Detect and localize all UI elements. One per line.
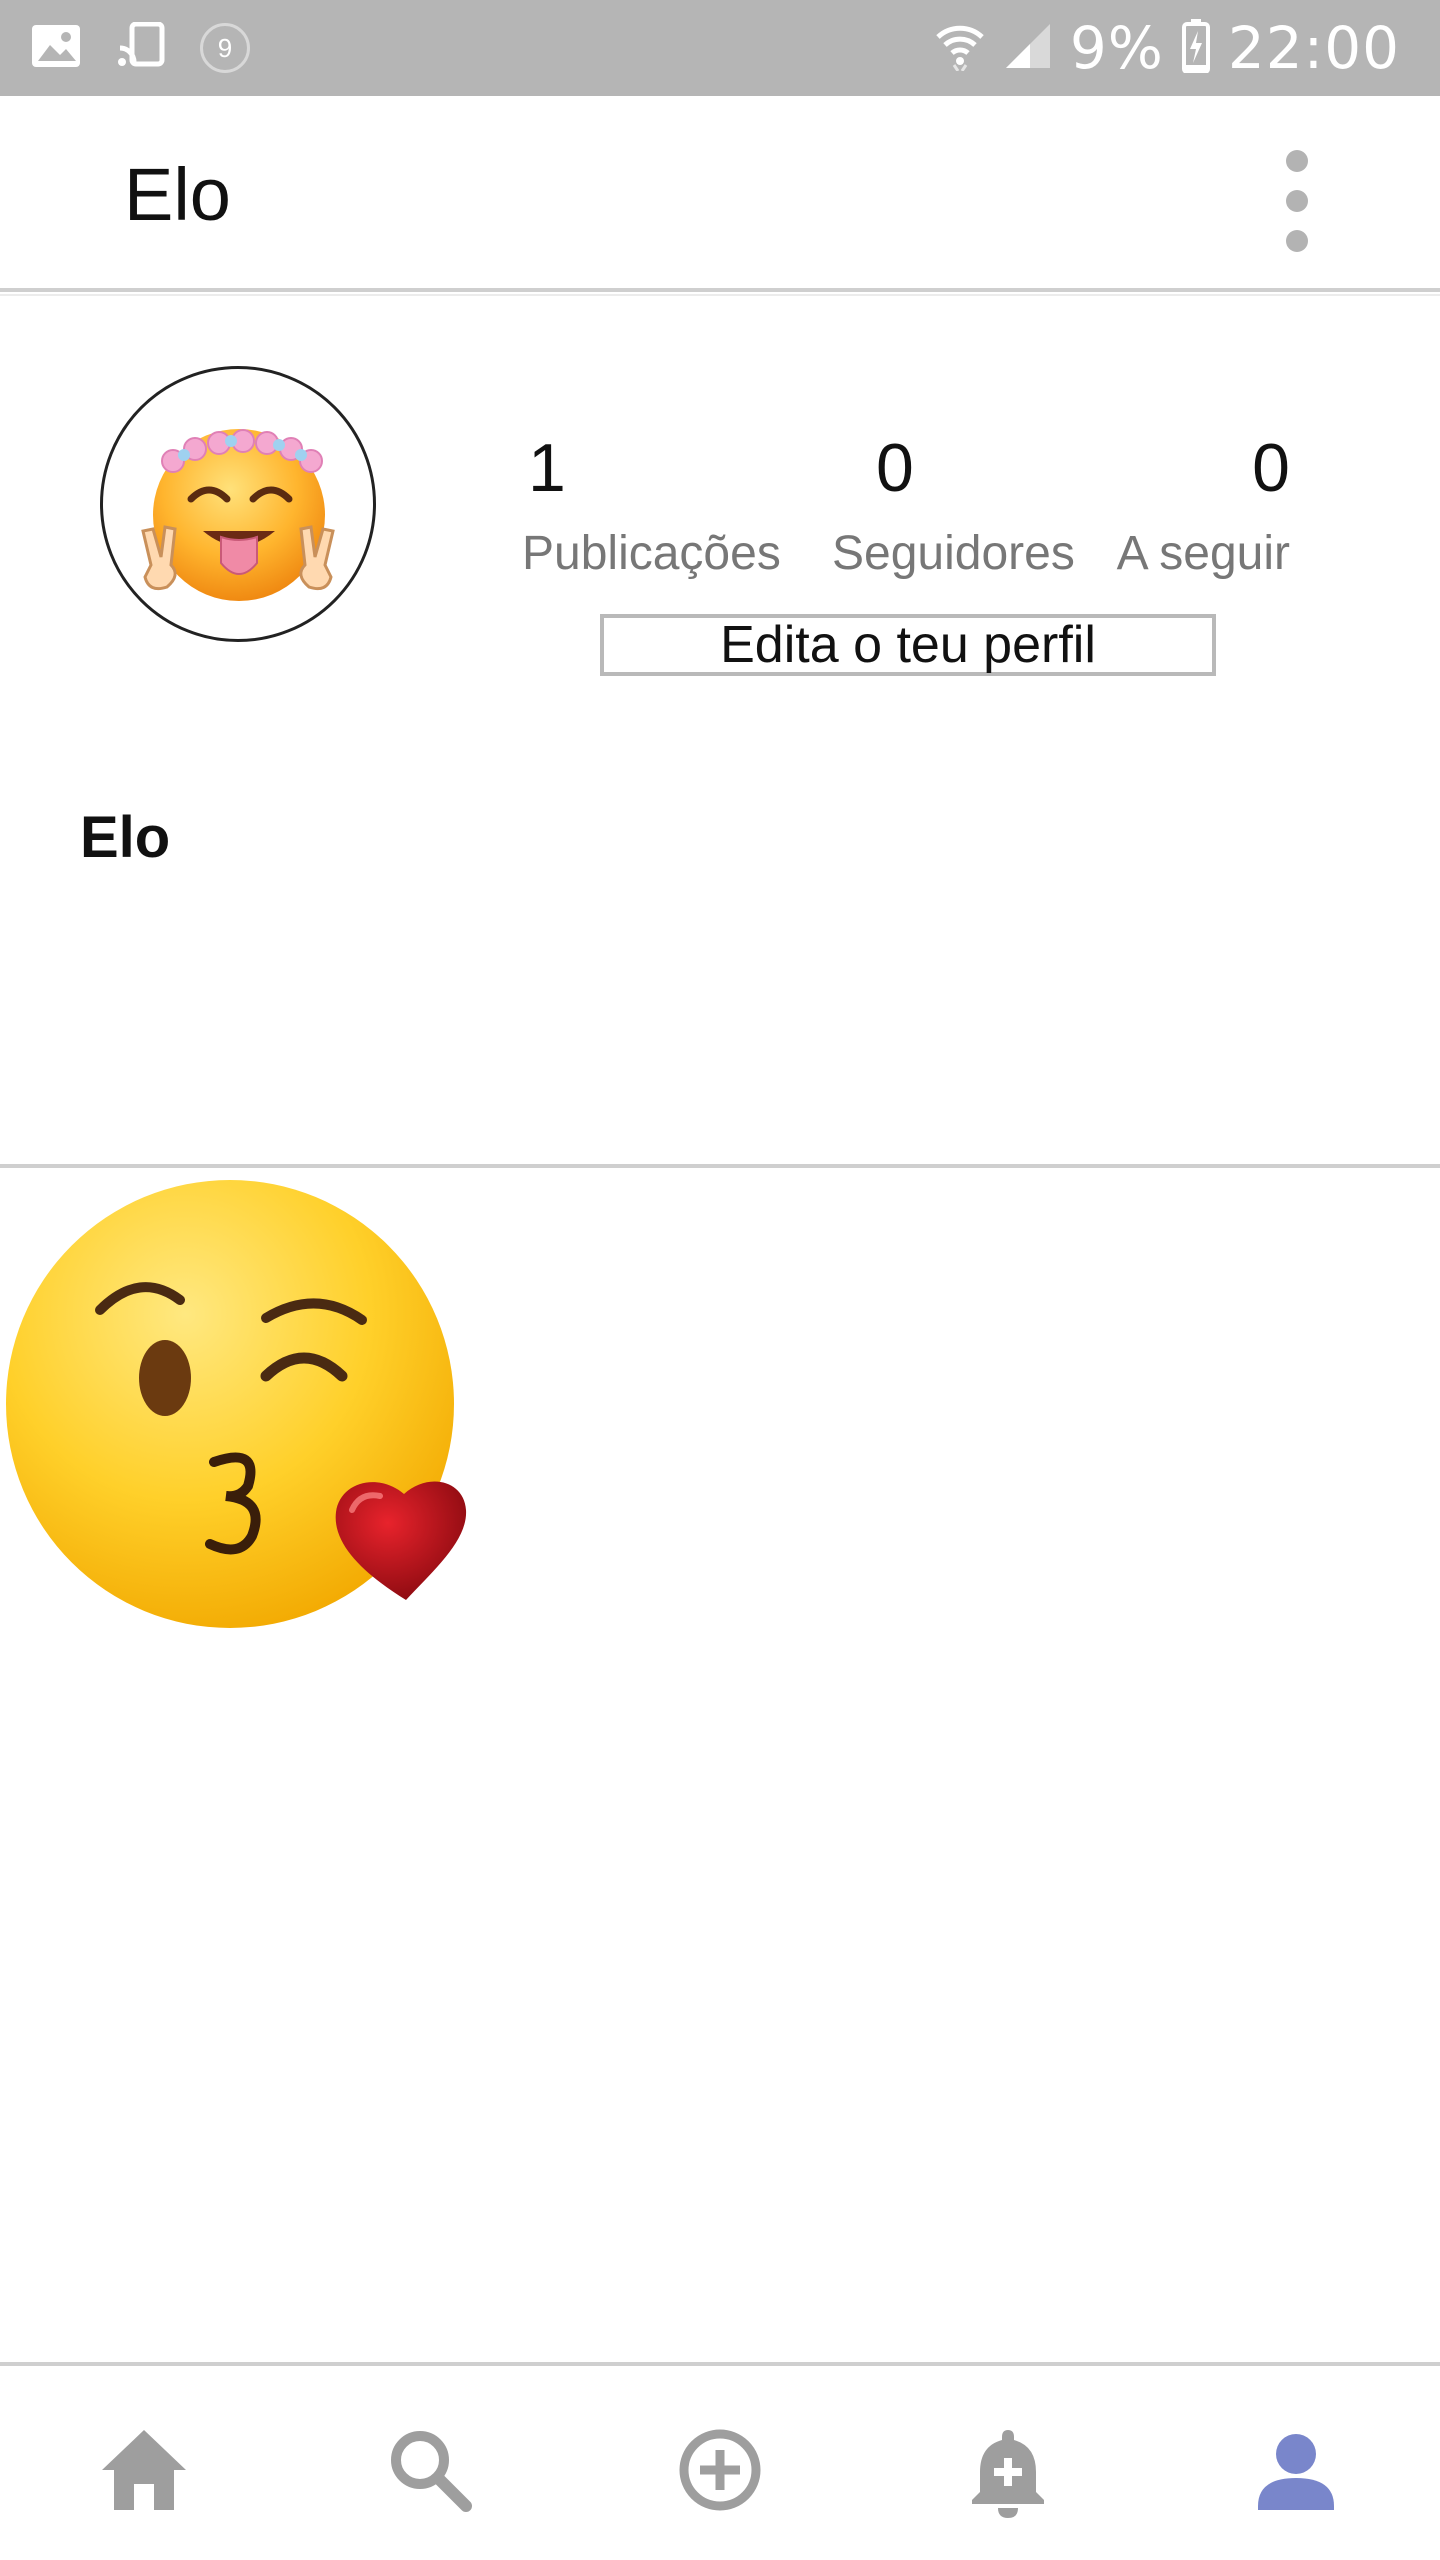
- avatar[interactable]: [100, 366, 376, 642]
- stat-label: A seguir: [1116, 527, 1290, 580]
- add-circle-icon[interactable]: [670, 2420, 770, 2520]
- search-icon[interactable]: [380, 2420, 480, 2520]
- notification-add-icon[interactable]: [958, 2420, 1058, 2520]
- profile-icon[interactable]: [1246, 2420, 1346, 2520]
- battery-percent: 9%: [1069, 14, 1164, 82]
- stat-value: 1: [528, 430, 566, 506]
- more-vert-icon[interactable]: [1276, 150, 1324, 280]
- stat-followers[interactable]: 0 Seguidores: [826, 434, 1076, 581]
- stat-label: Publicações: [522, 527, 781, 580]
- battery-charging-icon: [1181, 18, 1210, 78]
- stat-publications[interactable]: 1 Publicações: [522, 434, 792, 581]
- emoji-flower-crown-peace-icon: [141, 429, 335, 601]
- post-thumbnail[interactable]: [0, 1176, 478, 1654]
- app-bar-divider: [0, 288, 1440, 292]
- stat-value: 0: [876, 430, 914, 506]
- app-bar-shadow: [0, 294, 1440, 296]
- edit-profile-button[interactable]: Edita o teu perfil: [600, 614, 1216, 676]
- signal-icon: [1004, 22, 1052, 75]
- image-icon: [30, 23, 82, 74]
- clock: 22:00: [1227, 14, 1400, 82]
- status-bar: 9 9% 22:00: [0, 0, 1440, 96]
- wifi-icon: [934, 21, 986, 76]
- bottom-navigation: [0, 2366, 1440, 2560]
- stat-label: Seguidores: [832, 527, 1075, 580]
- stat-value: 0: [1252, 430, 1290, 506]
- stat-following[interactable]: 0 A seguir: [1110, 434, 1290, 581]
- home-icon[interactable]: [94, 2420, 194, 2520]
- kissing-heart-emoji-icon: [6, 1180, 467, 1628]
- profile-display-name: Elo: [80, 805, 171, 870]
- notification-count-badge: 9: [200, 23, 250, 73]
- status-bar-left: 9: [30, 18, 250, 78]
- app-bar: Elo: [0, 96, 1440, 288]
- app-bar-title: Elo: [124, 153, 231, 236]
- cast-icon: [116, 21, 166, 75]
- status-bar-right: 9% 22:00: [934, 0, 1400, 96]
- profile-divider: [0, 1164, 1440, 1168]
